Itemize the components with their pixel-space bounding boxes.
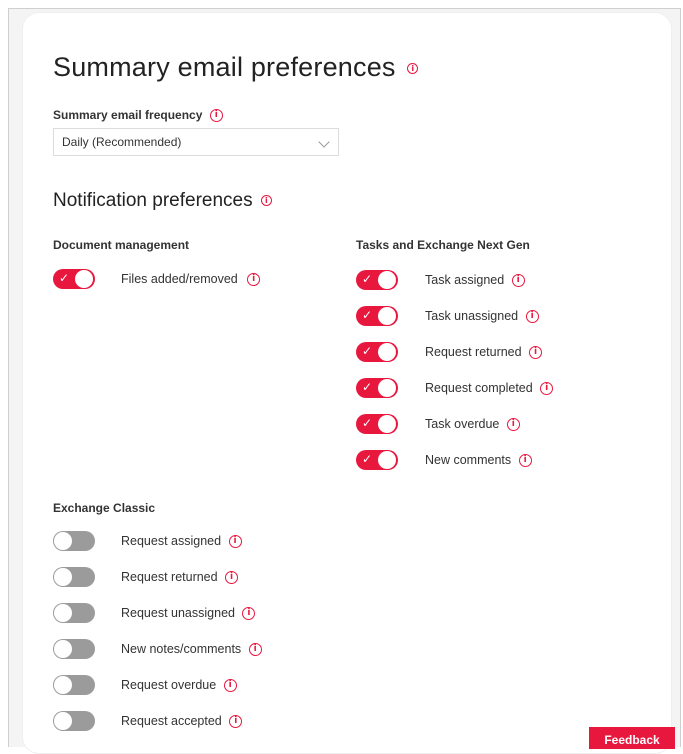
toggle-classic-request-accepted[interactable]: [53, 711, 95, 731]
toggle-knob: [54, 676, 72, 694]
info-icon[interactable]: i: [248, 643, 262, 657]
toggle-task-assigned[interactable]: ✓: [356, 270, 398, 290]
info-icon[interactable]: i: [229, 715, 243, 729]
info-icon[interactable]: i: [228, 535, 242, 549]
toggle-knob: [378, 415, 396, 433]
check-icon: ✓: [362, 272, 373, 286]
classic-request-unassigned-row: Request unassigned i: [121, 606, 256, 621]
files-added-removed-label: Files added/removed: [121, 272, 238, 286]
info-icon[interactable]: i: [209, 109, 223, 123]
task-unassigned-row: Task unassigned i: [425, 309, 539, 324]
classic-request-unassigned-label: Request unassigned: [121, 606, 235, 620]
info-icon[interactable]: i: [529, 346, 543, 360]
toggle-classic-request-returned[interactable]: [53, 567, 95, 587]
document-management-heading: Document management: [53, 238, 190, 252]
toggle-knob: [75, 270, 93, 288]
summary-title: Summary email preferences i: [53, 52, 419, 83]
toggle-knob: [378, 271, 396, 289]
classic-request-overdue-label: Request overdue: [121, 678, 217, 692]
toggle-files-added-removed[interactable]: ✓: [53, 269, 95, 289]
info-icon[interactable]: i: [225, 571, 239, 585]
request-completed-row: Request completed i: [425, 381, 554, 396]
toggle-knob: [378, 307, 396, 325]
info-icon[interactable]: i: [223, 679, 237, 693]
toggle-knob: [378, 451, 396, 469]
classic-request-overdue-row: Request overdue i: [121, 678, 237, 693]
classic-request-returned-row: Request returned i: [121, 570, 239, 585]
info-icon[interactable]: i: [518, 454, 532, 468]
toggle-classic-new-notes-comments[interactable]: [53, 639, 95, 659]
frequency-label-text: Summary email frequency: [53, 108, 203, 122]
info-icon[interactable]: i: [260, 195, 272, 207]
toggle-knob: [54, 712, 72, 730]
check-icon: ✓: [362, 416, 373, 430]
classic-request-accepted-label: Request accepted: [121, 714, 222, 728]
frequency-select-value: Daily (Recommended): [62, 135, 182, 149]
toggle-task-unassigned[interactable]: ✓: [356, 306, 398, 326]
toggle-knob: [54, 604, 72, 622]
toggle-new-comments[interactable]: ✓: [356, 450, 398, 470]
task-unassigned-label: Task unassigned: [425, 309, 519, 323]
task-overdue-label: Task overdue: [425, 417, 500, 431]
classic-request-assigned-label: Request assigned: [121, 534, 222, 548]
info-icon[interactable]: i: [242, 607, 256, 621]
new-comments-row: New comments i: [425, 453, 532, 468]
toggle-knob: [54, 568, 72, 586]
check-icon: ✓: [362, 308, 373, 322]
classic-new-notes-comments-label: New notes/comments: [121, 642, 242, 656]
toggle-knob: [54, 532, 72, 550]
toggle-knob: [378, 379, 396, 397]
toggle-knob: [378, 343, 396, 361]
check-icon: ✓: [362, 380, 373, 394]
notification-title: Notification preferences i: [53, 190, 272, 212]
request-returned-label: Request returned: [425, 345, 522, 359]
files-added-removed-row: Files added/removed i: [121, 272, 261, 287]
classic-request-assigned-row: Request assigned i: [121, 534, 242, 549]
toggle-classic-request-overdue[interactable]: [53, 675, 95, 695]
request-returned-row: Request returned i: [425, 345, 543, 360]
info-icon[interactable]: i: [540, 382, 554, 396]
request-completed-label: Request completed: [425, 381, 533, 395]
frequency-select[interactable]: Daily (Recommended): [53, 128, 339, 156]
toggle-request-returned[interactable]: ✓: [356, 342, 398, 362]
frequency-label: Summary email frequency i: [53, 108, 223, 123]
check-icon: ✓: [362, 452, 373, 466]
info-icon[interactable]: i: [247, 273, 261, 287]
classic-request-accepted-row: Request accepted i: [121, 714, 243, 729]
feedback-button[interactable]: Feedback: [589, 727, 675, 749]
task-assigned-row: Task assigned i: [425, 273, 525, 288]
check-icon: ✓: [59, 271, 70, 285]
toggle-task-overdue[interactable]: ✓: [356, 414, 398, 434]
check-icon: ✓: [362, 344, 373, 358]
info-icon[interactable]: i: [506, 418, 520, 432]
chevron-down-icon: [318, 136, 330, 148]
toggle-classic-request-assigned[interactable]: [53, 531, 95, 551]
task-assigned-label: Task assigned: [425, 273, 505, 287]
toggle-classic-request-unassigned[interactable]: [53, 603, 95, 623]
classic-request-returned-label: Request returned: [121, 570, 218, 584]
exchange-classic-heading: Exchange Classic: [53, 501, 156, 515]
info-icon[interactable]: i: [525, 310, 539, 324]
classic-new-notes-comments-row: New notes/comments i: [121, 642, 262, 657]
info-icon[interactable]: i: [511, 274, 525, 288]
tasks-exchange-heading: Tasks and Exchange Next Gen: [356, 238, 530, 252]
summary-title-text: Summary email preferences: [53, 52, 396, 82]
task-overdue-row: Task overdue i: [425, 417, 520, 432]
new-comments-label: New comments: [425, 453, 512, 467]
info-icon[interactable]: i: [407, 63, 419, 75]
notification-title-text: Notification preferences: [53, 190, 253, 211]
toggle-request-completed[interactable]: ✓: [356, 378, 398, 398]
toggle-knob: [54, 640, 72, 658]
